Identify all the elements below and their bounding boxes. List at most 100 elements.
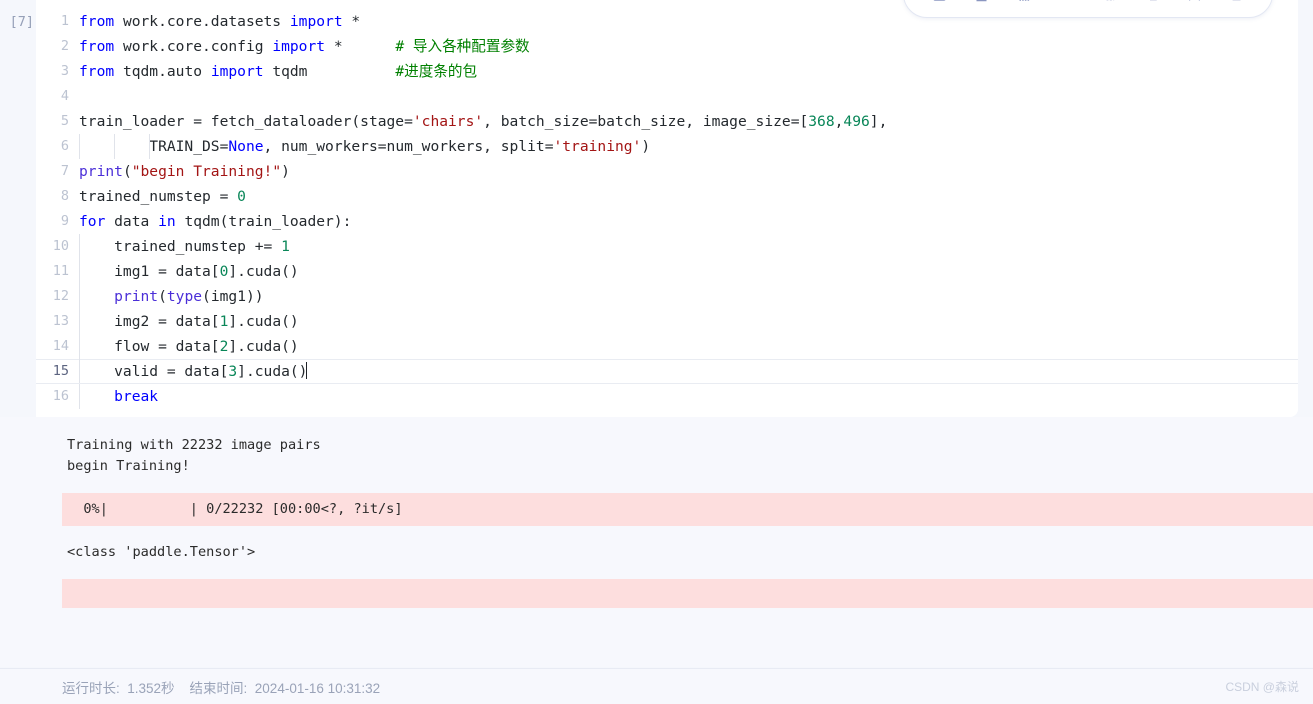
token-string: 'chairs' [412,113,484,130]
token-number: 496 [843,113,870,130]
code-line[interactable]: 10 trained_numstep += 1 [36,234,1298,259]
token-plain: work.core.config [114,38,273,55]
token-number: 368 [808,113,835,130]
indent-guide [79,134,80,159]
output-spacer [0,477,1313,493]
token-keyword: from [79,38,115,55]
line-number: 8 [60,188,69,204]
token-plain: img2 = data[ [79,313,220,330]
line-number: 4 [60,88,69,104]
indent-guide [79,384,80,409]
token-plain: ( [158,288,167,305]
indent-guide [149,134,150,159]
code-line[interactable]: 13 img2 = data[1].cuda() [36,309,1298,334]
token-builtin: type [166,288,203,305]
run-status-text: 运行时长: 1.352秒 结束时间: 2024-01-16 10:31:32 [62,680,381,696]
token-builtin: print [114,288,159,305]
code-text: from work.core.config import * # 导入各种配置参… [78,34,1298,59]
copy-cell-icon[interactable] [1096,0,1122,7]
code-text: train_loader = fetch_dataloader(stage='c… [78,109,1298,134]
line-number: 5 [60,113,69,129]
code-line[interactable]: 11 img1 = data[0].cuda() [36,259,1298,284]
code-editor[interactable]: [7] 1 from work.core.datasets import * 2… [10,0,1298,417]
token-plain: trained_numstep = [79,188,238,205]
delete-cell-icon[interactable] [1224,0,1250,7]
token-plain: tqdm(train_loader): [175,213,352,230]
token-keyword: break [114,388,159,405]
cell-toolbar[interactable] [903,0,1273,18]
line-number: 10 [52,238,69,254]
token-keyword: from [79,63,115,80]
token-plain: * [342,13,361,30]
code-line[interactable]: 16 break [36,384,1298,409]
token-number: 0 [237,188,246,205]
move-cell-down-icon[interactable] [969,0,995,7]
line-number: 6 [60,138,69,154]
token-number: 3 [228,363,238,380]
code-text: flow = data[2].cuda() [78,334,1298,359]
code-line[interactable]: 8 trained_numstep = 0 [36,184,1298,209]
stderr-progress-bar: 0%| | 0/22232 [00:00<?, ?it/s] [62,493,1313,526]
line-number: 2 [60,38,69,54]
code-line[interactable]: 5 train_loader = fetch_dataloader(stage=… [36,109,1298,134]
token-keyword: for [79,213,106,230]
indent-guide [79,359,80,384]
token-keyword: import [272,38,326,55]
notebook-cell: [7] 1 from work.core.datasets import * 2… [0,0,1313,667]
token-builtin: print [79,163,123,180]
stdout-block: Training with 22232 image pairs begin Tr… [67,437,321,474]
token-plain: , num_workers=num_workers, split= [263,138,554,155]
token-comment: #进度条的包 [395,63,478,80]
token-plain: tqdm.auto [114,63,211,80]
token-plain: ].cuda() [228,263,299,280]
code-text: trained_numstep = 0 [78,184,1298,209]
token-keyword: in [158,213,176,230]
code-text: from tqdm.auto import tqdm #进度条的包 [78,59,1298,84]
token-plain: ], [869,113,888,130]
indent-guide [114,134,115,159]
line-number: 15 [52,363,69,379]
token-plain: ].cuda() [237,363,308,380]
token-plain: ) [641,138,651,155]
token-plain: * [325,38,343,55]
code-line[interactable]: 9 for data in tqdm(train_loader): [36,209,1298,234]
code-text: break [78,384,1298,409]
merge-cell-above-icon[interactable] [926,0,952,7]
code-line[interactable]: 4 [36,84,1298,109]
cut-cell-icon[interactable] [1139,0,1165,7]
token-plain: img1 = data[ [79,263,220,280]
code-text: img1 = data[0].cuda() [78,259,1298,284]
code-line-active[interactable]: 15 valid = data[3].cuda() [36,359,1298,384]
bookmark-cell-icon[interactable] [1181,0,1207,7]
stdout-block-2: <class 'paddle.Tensor'> [67,544,256,560]
line-number: 11 [52,263,69,279]
code-line[interactable]: 14 flow = data[2].cuda() [36,334,1298,359]
line-number: 1 [60,13,69,29]
code-line[interactable]: 12 print(type(img1)) [36,284,1298,309]
insert-markdown-cell-icon[interactable] [1054,0,1080,7]
indent-guide [79,234,80,259]
code-text: valid = data[3].cuda() [78,359,1298,384]
cell-status-footer: 运行时长: 1.352秒 结束时间: 2024-01-16 10:31:32 [0,668,1313,704]
code-text: img2 = data[1].cuda() [78,309,1298,334]
code-text: TRAIN_DS=None, num_workers=num_workers, … [78,134,1298,159]
code-line[interactable]: 7 print("begin Training!") [36,159,1298,184]
cell-output: Training with 22232 image pairs begin Tr… [0,417,1313,667]
code-line[interactable]: 6 TRAIN_DS=None, num_workers=num_workers… [36,134,1298,159]
token-plain: ].cuda() [228,338,299,355]
token-plain: trained_numstep += [79,238,282,255]
insert-code-cell-icon[interactable] [1011,0,1037,7]
indent-guide [79,334,80,359]
token-string: "begin Training!" [131,163,282,180]
token-plain: (img1)) [202,288,264,305]
code-line[interactable]: 2 from work.core.config import * # 导入各种配… [36,34,1298,59]
token-plain: ) [281,163,290,180]
line-number: 16 [52,388,69,404]
token-keyword: import [289,13,343,30]
code-line[interactable]: 3 from tqdm.auto import tqdm #进度条的包 [36,59,1298,84]
